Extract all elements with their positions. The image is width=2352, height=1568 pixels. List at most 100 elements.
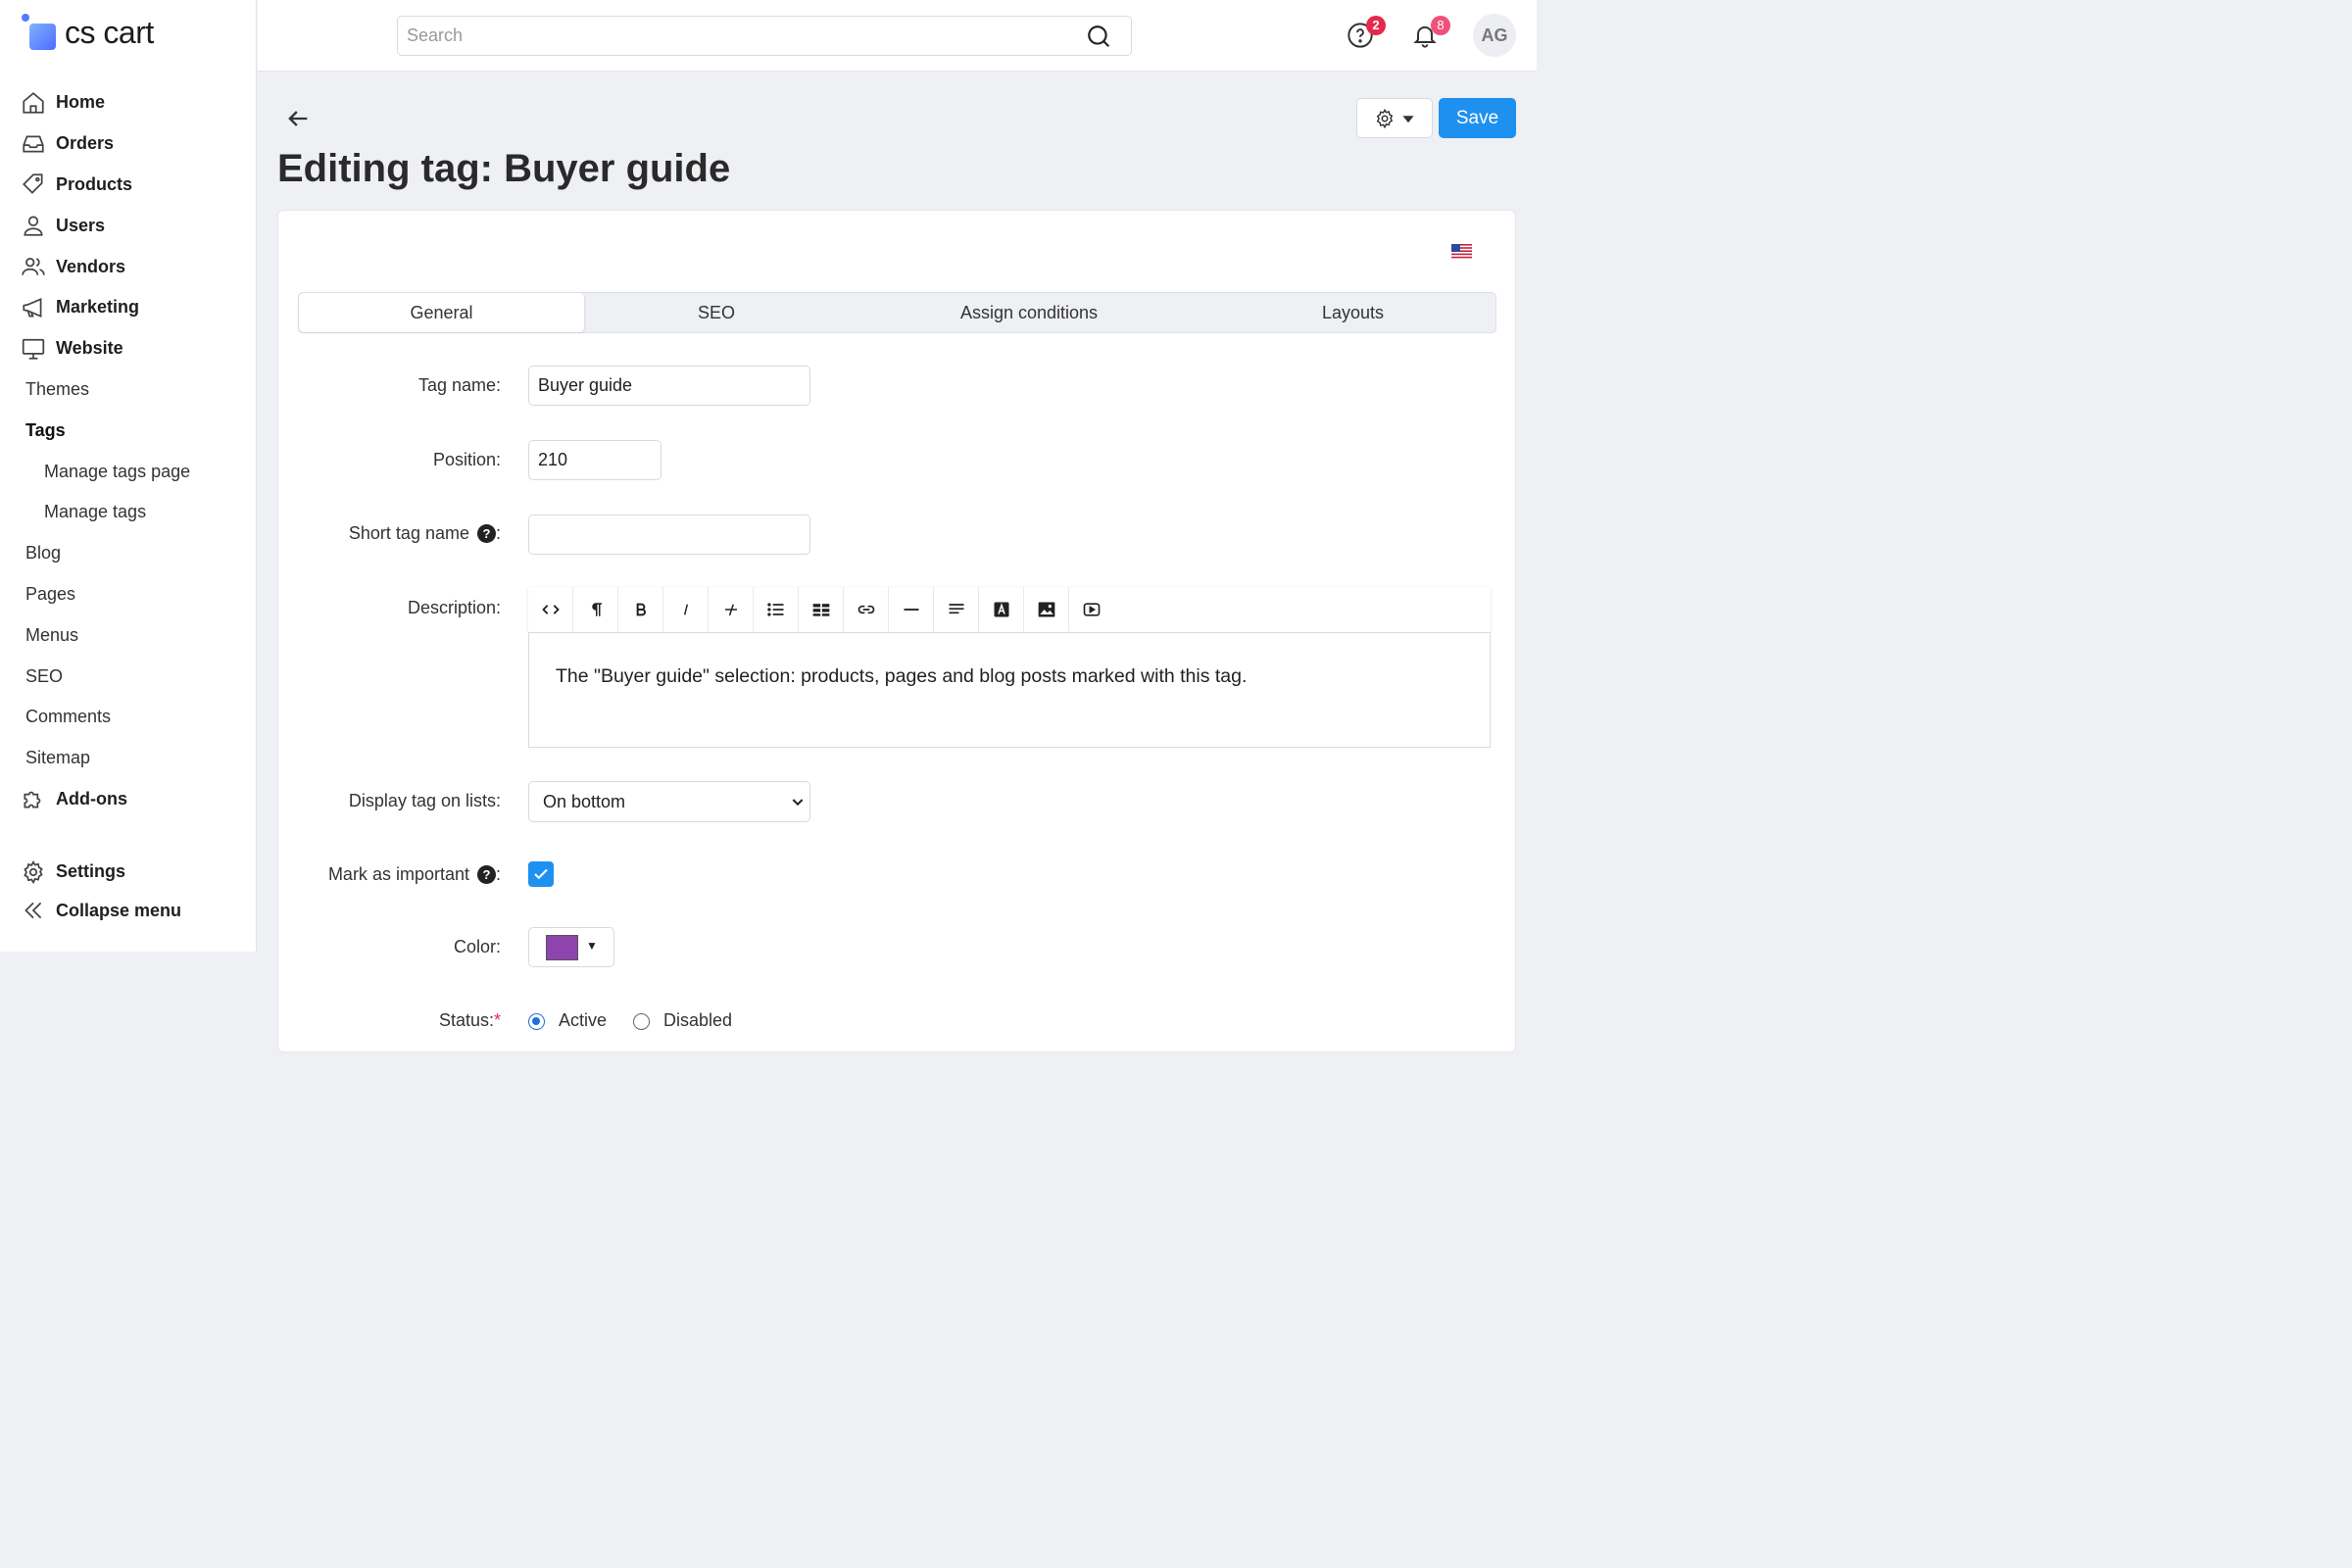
sidebar-item-label: Tags [25,419,66,440]
sidebar-item-collapse[interactable]: Collapse menu [0,892,257,931]
important-label: Mark as important ?: [328,864,501,885]
description-label: Description: [408,598,501,618]
label-text: Status: [438,1010,494,1030]
tab-layouts[interactable]: Layouts [1210,293,1495,332]
sidebar-item-seo[interactable]: SEO [0,656,257,697]
tag-name-label: Tag name: [418,375,501,396]
image-button[interactable] [1024,587,1069,632]
sidebar-item-label: Home [56,92,106,113]
code-view-button[interactable] [528,587,573,632]
caret-down-icon [1402,115,1414,122]
sidebar-nav: Home Orders Products Users Vendors Marke… [0,82,257,819]
color-picker[interactable]: ▼ [528,927,614,967]
paragraph-button[interactable] [573,587,618,632]
status-label: Status: * [439,1010,501,1031]
sidebar-item-comments[interactable]: Comments [0,697,257,738]
sidebar-item-users[interactable]: Users [0,205,257,246]
align-button[interactable] [934,587,979,632]
sidebar-item-label: Sitemap [25,748,91,768]
tab-general[interactable]: General [299,293,585,332]
sidebar-item-orders[interactable]: Orders [0,123,257,165]
display-select[interactable]: On bottom [528,781,810,822]
video-button[interactable] [1069,587,1114,632]
help-badge: 2 [1366,16,1386,35]
sidebar-item-vendors[interactable]: Vendors [0,246,257,287]
table-icon [812,604,829,616]
avatar[interactable]: AG [1473,14,1516,57]
sidebar-item-manage-tags-page[interactable]: Manage tags page [0,451,257,492]
align-left-icon [949,604,963,614]
position-field [528,440,662,480]
description-text: The "Buyer guide" selection: products, p… [556,665,1248,687]
help-icon[interactable]: ? [476,524,496,543]
sidebar-item-themes[interactable]: Themes [0,369,257,411]
sidebar-item-label: Pages [25,583,76,604]
sidebar-item-label: Marketing [56,297,140,318]
tag-name-input[interactable] [529,367,809,405]
help-icon[interactable]: ? [476,865,496,884]
font-color-button[interactable] [979,587,1024,632]
tag-icon [23,173,43,195]
sidebar-item-products[interactable]: Products [0,165,257,206]
back-arrow-icon[interactable] [284,105,312,132]
pilcrow-icon [591,603,602,616]
monitor-icon [22,338,45,360]
video-icon [1083,603,1101,616]
sidebar-item-label: Add-ons [56,788,127,808]
status-disabled-radio[interactable] [633,1013,650,1030]
sidebar-item-label: Vendors [56,256,126,276]
us-flag-icon[interactable] [1451,244,1472,259]
sidebar-item-label: Collapse menu [56,900,182,920]
sidebar-item-marketing[interactable]: Marketing [0,287,257,328]
gear-icon [24,859,43,884]
page-title: Editing tag: Buyer guide [277,147,731,190]
table-button[interactable] [799,587,844,632]
link-button[interactable] [844,587,889,632]
logo[interactable]: cs cart [22,14,154,51]
sidebar-item-website[interactable]: Website [0,328,257,369]
status-disabled-label[interactable]: Disabled [663,1010,732,1031]
search-icon[interactable] [1086,24,1111,49]
strikethrough-icon [724,604,737,616]
horizontal-rule-button[interactable] [889,587,934,632]
label-text: Color: [453,937,501,956]
horizontal-rule-icon [904,609,918,611]
list-icon [766,603,783,616]
short-tag-name-input[interactable] [529,515,809,554]
notifications-button[interactable]: 8 [1411,16,1450,49]
tab-seo[interactable]: SEO [585,293,848,332]
bold-button[interactable] [618,587,663,632]
puzzle-icon [24,792,41,808]
help-button[interactable]: 2 [1347,16,1386,49]
label-text: Short tag name [348,523,469,543]
tag-name-field [528,366,810,406]
bullet-list-button[interactable] [754,587,799,632]
strikethrough-button[interactable] [709,587,754,632]
chevron-down-icon [792,799,804,807]
tab-assign-conditions[interactable]: Assign conditions [848,293,1210,332]
important-checkbox[interactable] [528,861,554,887]
status-active-label[interactable]: Active [559,1010,607,1031]
link-icon [858,605,874,614]
settings-dropdown-button[interactable] [1356,98,1433,138]
sidebar-item-home[interactable]: Home [0,82,257,123]
save-button[interactable]: Save [1439,98,1516,138]
sidebar-item-blog[interactable]: Blog [0,533,257,574]
sidebar-item-settings[interactable]: Settings [0,853,257,892]
color-swatch [546,935,578,960]
sidebar-item-label: Comments [25,707,112,727]
search-input[interactable] [398,17,1064,55]
italic-button[interactable] [663,587,709,632]
sidebar-item-manage-tags[interactable]: Manage tags [0,492,257,533]
position-label: Position: [433,450,501,470]
status-active-radio[interactable] [528,1013,545,1030]
sidebar-item-sitemap[interactable]: Sitemap [0,738,257,779]
sidebar-item-addons[interactable]: Add-ons [0,779,257,820]
position-input[interactable] [529,441,661,479]
caret-down-icon: ▼ [586,939,598,953]
sidebar-item-menus[interactable]: Menus [0,614,257,656]
sidebar-item-tags[interactable]: Tags [0,410,257,451]
description-editor[interactable]: The "Buyer guide" selection: products, p… [528,632,1491,748]
sidebar-item-pages[interactable]: Pages [0,574,257,615]
label-text: Tag name: [417,375,501,395]
